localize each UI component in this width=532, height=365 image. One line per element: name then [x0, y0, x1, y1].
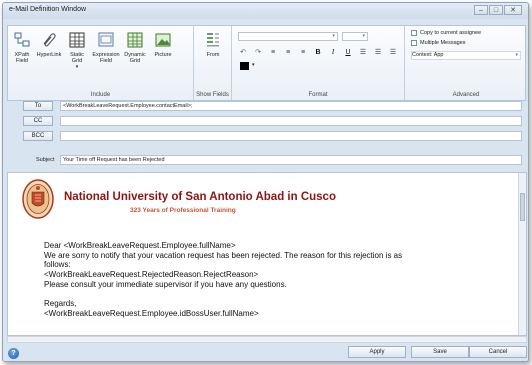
bullet-list-icon[interactable]: ☰ — [358, 47, 368, 57]
help-icon[interactable]: ? — [8, 348, 19, 359]
body-line: Dear <WorkBreakLeaveRequest.Employee.ful… — [44, 241, 236, 250]
horizontal-scrollbar[interactable] — [7, 336, 527, 343]
copy-to-assignee-option[interactable]: Copy to current assignee — [411, 30, 481, 36]
expression-field-icon — [95, 30, 117, 50]
title-bar: e-Mail Definition Window – □ ✕ — [3, 3, 528, 19]
context-value: Context: App — [412, 52, 444, 58]
university-name: National University of San Antonio Abad … — [64, 191, 336, 203]
subject-field[interactable]: Your Time off Request has been Rejected — [60, 155, 522, 165]
picture-label: Picture — [154, 52, 172, 58]
close-icon: ✕ — [510, 7, 516, 14]
advanced-group-label: Advanced — [452, 92, 480, 98]
context-combo[interactable]: Context: App ▾ — [411, 51, 521, 60]
cc-button[interactable]: CC — [23, 116, 53, 126]
chevron-down-icon: ▾ — [332, 33, 335, 39]
email-definition-window: e-Mail Definition Window – □ ✕ XPath Fie… — [2, 2, 529, 362]
copy-to-assignee-label: Copy to current assignee — [420, 30, 482, 36]
xpath-field-icon — [11, 30, 33, 50]
dynamic-grid-button[interactable]: Dynamic Grid — [122, 30, 148, 64]
close-button[interactable]: ✕ — [504, 5, 522, 15]
font-color-dropdown-icon[interactable]: ▾ — [252, 62, 255, 68]
body-line — [44, 290, 402, 300]
xpath-field-label: XPath Field — [14, 52, 30, 64]
undo-icon[interactable]: ↶ — [238, 47, 248, 57]
from-icon — [202, 30, 224, 50]
italic-icon[interactable]: I — [328, 47, 338, 57]
multiple-messages-label: Multiple Messages — [420, 40, 466, 46]
static-grid-label: Static Grid — [70, 52, 84, 64]
university-seal — [22, 179, 54, 219]
body-line: <WorkBreakLeaveRequest.Employee.idBossUs… — [44, 308, 259, 318]
format-group-label: Format — [308, 92, 328, 98]
window-controls: – □ ✕ — [473, 5, 522, 15]
save-button[interactable]: Save — [411, 346, 469, 358]
minimize-button[interactable]: – — [474, 5, 488, 15]
from-button[interactable]: From — [200, 30, 226, 58]
format-toolbar: ↶ ↷ ≡ ≡ ≡ B I U ☰ ☰ ☰ — [238, 47, 403, 57]
expression-field-label: Expression Field — [92, 52, 120, 64]
format-group: ▾ ▾ ↶ ↷ ≡ ≡ ≡ B I U ☰ ☰ ☰ ▾ Format — [232, 26, 405, 100]
maximize-icon: □ — [493, 6, 499, 14]
body-line: follows: — [44, 260, 71, 270]
body-line: <WorkBreakLeaveRequest.RejectedReason.Re… — [44, 270, 259, 280]
multiple-messages-option[interactable]: Multiple Messages — [411, 40, 466, 46]
outdent-icon[interactable]: ☰ — [388, 47, 398, 57]
body-line: Please consult your immediate supervisor… — [44, 279, 287, 289]
window-title: e-Mail Definition Window — [9, 6, 87, 13]
cancel-button[interactable]: Cancel — [469, 346, 527, 358]
bcc-button[interactable]: BCC — [23, 131, 53, 141]
align-center-icon[interactable]: ≡ — [283, 47, 293, 57]
body-line: Regards, — [44, 299, 77, 309]
footer-bar: ? Apply Save Cancel — [3, 343, 528, 361]
vertical-scroll-thumb[interactable] — [520, 193, 525, 221]
university-subtitle: 323 Years of Professional Training — [130, 207, 236, 214]
copy-to-assignee-checkbox[interactable] — [411, 30, 417, 36]
underline-icon[interactable]: U — [343, 47, 353, 57]
hyperlink-button[interactable]: HyperLink — [35, 30, 63, 58]
bcc-field[interactable] — [60, 131, 522, 141]
bold-icon[interactable]: B — [313, 47, 323, 57]
indent-icon[interactable]: ☰ — [373, 47, 383, 57]
align-right-icon[interactable]: ≡ — [298, 47, 308, 57]
include-group: XPath Field HyperLink Static Grid ▾ Expr… — [8, 26, 194, 100]
hyperlink-icon — [38, 30, 60, 50]
apply-button[interactable]: Apply — [348, 346, 406, 358]
chevron-down-icon: ▾ — [515, 52, 518, 58]
dynamic-grid-label: Dynamic Grid — [124, 52, 146, 64]
message-body: Dear <WorkBreakLeaveRequest.Employee.ful… — [44, 241, 402, 319]
subject-label: Subject — [36, 157, 55, 163]
xpath-field-button[interactable]: XPath Field — [10, 30, 34, 64]
redo-icon[interactable]: ↷ — [253, 47, 263, 57]
dynamic-grid-icon — [124, 30, 146, 50]
font-color-swatch[interactable] — [240, 62, 249, 70]
hyperlink-label: HyperLink — [36, 52, 62, 58]
font-size-combo[interactable]: ▾ — [342, 32, 368, 41]
minimize-icon: – — [479, 6, 483, 14]
vertical-scrollbar[interactable] — [518, 173, 526, 335]
ribbon: XPath Field HyperLink Static Grid ▾ Expr… — [7, 25, 526, 101]
cc-field[interactable] — [60, 116, 522, 126]
show-fields-group-label: Show Fields — [196, 92, 229, 98]
picture-icon — [152, 30, 174, 50]
expression-field-button[interactable]: Expression Field — [90, 30, 122, 64]
show-fields-group: From Show Fields — [194, 26, 232, 100]
static-grid-icon — [66, 30, 88, 50]
to-field[interactable]: <WorkBreakLeaveRequest.Employee.contactE… — [60, 101, 522, 111]
body-line: We are sorry to notify that your vacatio… — [44, 250, 403, 260]
include-group-label: Include — [90, 92, 111, 98]
align-left-icon[interactable]: ≡ — [268, 47, 278, 57]
to-button[interactable]: To — [23, 101, 53, 111]
maximize-button[interactable]: □ — [489, 5, 503, 15]
multiple-messages-checkbox[interactable] — [411, 40, 417, 46]
static-grid-button[interactable]: Static Grid ▾ — [66, 30, 88, 70]
static-grid-dropdown-icon: ▾ — [75, 64, 79, 70]
chevron-down-icon: ▾ — [362, 33, 365, 39]
message-editor[interactable]: National University of San Antonio Abad … — [7, 172, 527, 336]
picture-button[interactable]: Picture — [150, 30, 176, 58]
advanced-group: Copy to current assignee Multiple Messag… — [405, 26, 527, 100]
font-name-combo[interactable]: ▾ — [238, 32, 338, 41]
from-label: From — [206, 52, 220, 58]
